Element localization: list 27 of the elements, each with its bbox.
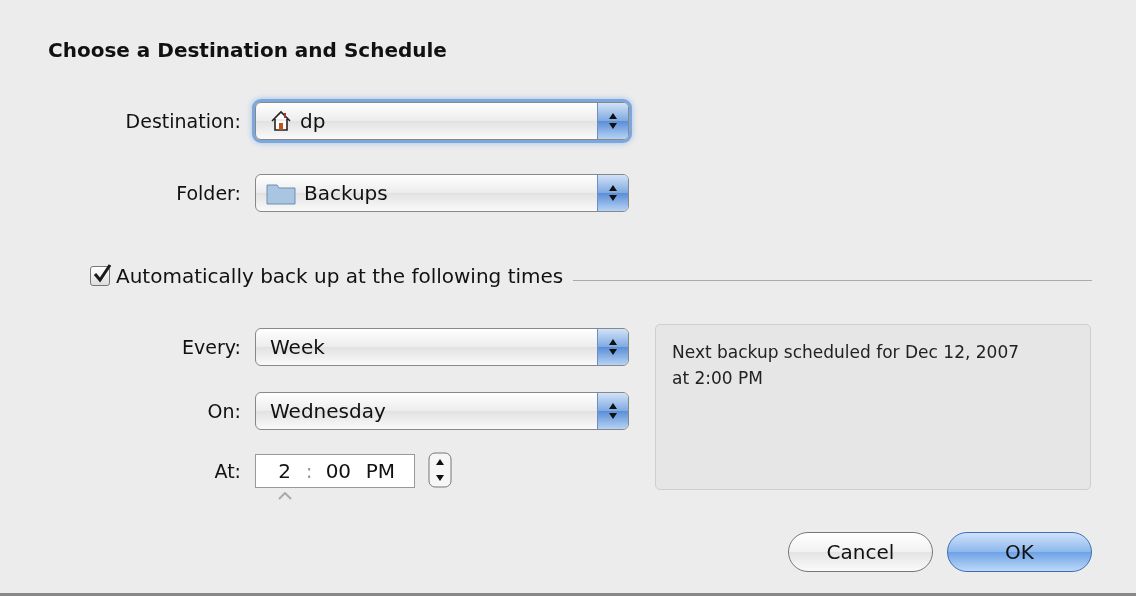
default-button[interactable]: OK — [947, 532, 1092, 572]
field-label: Folder: — [175, 182, 242, 204]
time-separator: : — [305, 459, 313, 483]
popup-menu[interactable]: Wednesday — [255, 392, 629, 430]
stepper-arrows-icon — [608, 183, 618, 203]
time-segment[interactable]: PM — [364, 459, 397, 483]
popup-menu[interactable]: dp — [255, 102, 629, 140]
time-field[interactable]: 2 : 00 PM — [255, 454, 415, 488]
popup-menu[interactable]: Week — [255, 328, 629, 366]
house-icon — [270, 110, 292, 132]
field-label: Destination: — [124, 110, 242, 132]
folder-icon — [266, 181, 296, 205]
field-label: At: — [213, 459, 242, 484]
time-segment[interactable]: 00 — [322, 459, 355, 483]
checkbox[interactable] — [90, 266, 110, 286]
field-label: Every: — [181, 336, 242, 358]
dialog-title: Choose a Destination and Schedule — [48, 38, 448, 62]
time-segment[interactable]: 2 — [273, 459, 296, 483]
checkbox-label[interactable]: Automatically back up at the following times — [116, 264, 564, 288]
time-stepper[interactable] — [428, 452, 452, 488]
field-label: On: — [206, 400, 242, 422]
popup-menu[interactable]: Backups — [255, 174, 629, 212]
dialog-button[interactable]: Cancel — [788, 532, 933, 572]
stepper-arrows-icon — [608, 337, 618, 357]
stepper-arrows-icon — [608, 111, 618, 131]
stepper-arrows-icon — [608, 401, 618, 421]
next-backup-note: Next backup scheduled for Dec 12, 2007 at 2:00 PM — [655, 324, 1091, 490]
